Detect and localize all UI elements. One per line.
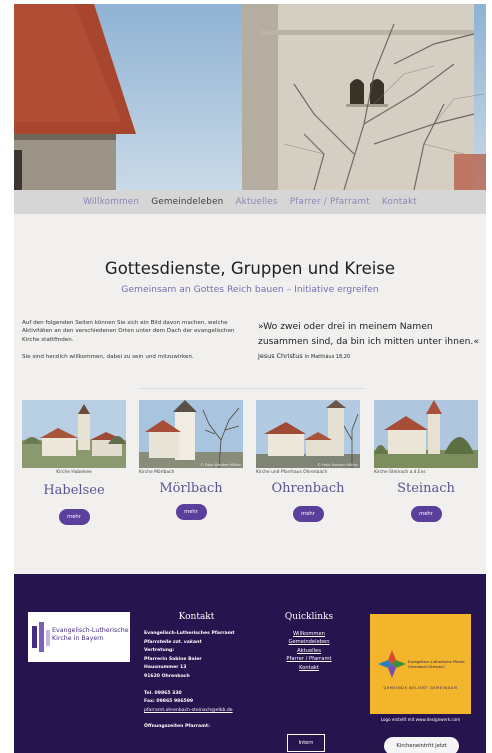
intern-button[interactable]: Intern — [287, 734, 325, 752]
parish-logo-icon — [378, 650, 406, 678]
quicklink-willkommen[interactable]: Willkommen — [276, 630, 342, 638]
contact-block: Evangelisch-Lutherisches Pfarramt Pfarrs… — [144, 630, 249, 732]
place-card-steinach: Kirche Steinach a.d.Ens Steinach mehr — [374, 400, 478, 522]
church-photo-steinach[interactable] — [374, 400, 478, 468]
intro-text: Auf den folgenden Seiten können Sie sich… — [22, 319, 247, 371]
photo-credit: © Foto: Karsten Müller — [317, 463, 358, 467]
contact-line: Evangelisch-Lutherisches Pfarramt — [144, 631, 235, 636]
place-card-ohrenbach: © Foto: Karsten Müller Kirche und Pfarrh… — [256, 400, 360, 522]
parish-logo[interactable]: Evangelisch-Lutherische Pfarrei Ohrenbac… — [370, 614, 471, 714]
divider — [139, 388, 364, 389]
place-name[interactable]: Steinach — [374, 481, 478, 496]
contact-hours: Öffnungszeiten Pfarramt: — [144, 724, 210, 730]
parish-logo-text: Evangelisch-Lutherische Pfarrei Ohrenbac… — [408, 660, 465, 669]
quicklink-kontakt[interactable]: Kontakt — [276, 664, 342, 672]
place-name[interactable]: Habelsee — [22, 483, 126, 498]
nav-pfarrer-pfarramt[interactable]: Pfarrer / Pfarramt — [290, 197, 370, 207]
elkb-logo-icon — [32, 622, 50, 652]
elkb-logo[interactable]: Evangelisch-Lutherische Kirche in Bayern — [28, 612, 130, 662]
place-caption: Kirche Steinach a.d.Ens — [374, 470, 426, 475]
quicklinks-heading: Quicklinks — [284, 612, 334, 622]
nav-aktuelles[interactable]: Aktuelles — [235, 197, 277, 207]
main-nav: Willkommen Gemeindeleben Aktuelles Pfarr… — [14, 190, 486, 214]
bible-quote: »Wo zwei oder drei in meinem Namen zusam… — [258, 321, 479, 347]
nav-gemeindeleben[interactable]: Gemeindeleben — [151, 197, 223, 207]
quicklink-gemeindeleben[interactable]: Gemeindeleben — [276, 638, 342, 646]
contact-line: Pfarrstelle zzt. vakant — [144, 639, 202, 645]
church-photo-ohrenbach[interactable]: © Foto: Karsten Müller — [256, 400, 360, 468]
mehr-button-steinach[interactable]: mehr — [410, 506, 442, 522]
page-title: Gottesdienste, Gruppen und Kreise — [104, 259, 396, 278]
contact-line: 91620 Ohrenbach — [144, 673, 190, 679]
footer: Evangelisch-Lutherische Kirche in Bayern… — [14, 574, 486, 753]
quicklink-pfarrer-pfarramt[interactable]: Pfarrer / Pfarramt — [276, 655, 342, 663]
church-photo-moerlbach[interactable]: © Foto: Karsten Müller — [139, 400, 243, 468]
contact-fax: Fax: 09865 986599 — [144, 699, 194, 705]
nav-willkommen[interactable]: Willkommen — [83, 197, 139, 207]
contact-heading: Kontakt — [178, 612, 215, 622]
quote-reference: in Matthäus 18,20 — [304, 354, 351, 360]
place-card-habelsee: Kirche Habelsee Habelsee mehr — [22, 400, 126, 525]
logo-credit: Logo erstellt mit www.designwerk.com — [380, 717, 461, 722]
quote-source: Jesus Christus in Matthäus 18,20 — [258, 352, 350, 360]
kircheneintritt-button[interactable]: Kircheneintritt jetzt — [384, 737, 459, 753]
mehr-button-habelsee[interactable]: mehr — [58, 509, 90, 525]
photo-credit: © Foto: Karsten Müller — [200, 463, 241, 467]
page-frame: Willkommen Gemeindeleben Aktuelles Pfarr… — [14, 4, 486, 753]
quicklink-aktuelles[interactable]: Aktuelles — [276, 647, 342, 655]
contact-email-link[interactable]: pfarramt.ohrenbach-steinach@elkb.de — [144, 707, 249, 716]
place-caption: Kirche Mörlbach — [139, 470, 175, 475]
intro-paragraph-1: Auf den folgenden Seiten können Sie sich… — [22, 320, 235, 343]
elkb-logo-text: Evangelisch-Lutherische Kirche in Bayern — [52, 627, 129, 642]
intro-paragraph-2: Sie sind herzlich willkommen, dabei zu s… — [22, 354, 194, 361]
mehr-button-moerlbach[interactable]: mehr — [175, 504, 207, 520]
contact-phone: Tel. 09865 330 — [144, 690, 182, 696]
place-caption: Kirche und Pfarrhaus Ohrenbach — [256, 470, 328, 475]
quicklinks: Willkommen Gemeindeleben Aktuelles Pfarr… — [276, 630, 342, 672]
contact-line: Hausnummer 13 — [144, 665, 187, 671]
contact-line: Pfarrerin Sabine Baier — [144, 656, 202, 662]
mehr-button-ohrenbach[interactable]: mehr — [292, 506, 324, 522]
nav-kontakt[interactable]: Kontakt — [382, 197, 417, 207]
quote-author: Jesus Christus — [258, 352, 303, 360]
place-name[interactable]: Ohrenbach — [256, 481, 360, 496]
page-subtitle: Gemeinsam an Gottes Reich bauen – Initia… — [121, 284, 379, 295]
place-card-moerlbach: © Foto: Karsten Müller Kirche Mörlbach M… — [139, 400, 243, 520]
place-caption: Kirche Habelsee — [56, 470, 92, 475]
hero-image — [14, 4, 486, 190]
contact-line: Vertretung: — [144, 648, 175, 654]
place-name[interactable]: Mörlbach — [139, 481, 243, 496]
parish-logo-tagline: GEMEINDE BELIEBT GEMEINSAM — [383, 686, 458, 690]
church-photo-habelsee[interactable] — [22, 400, 126, 468]
